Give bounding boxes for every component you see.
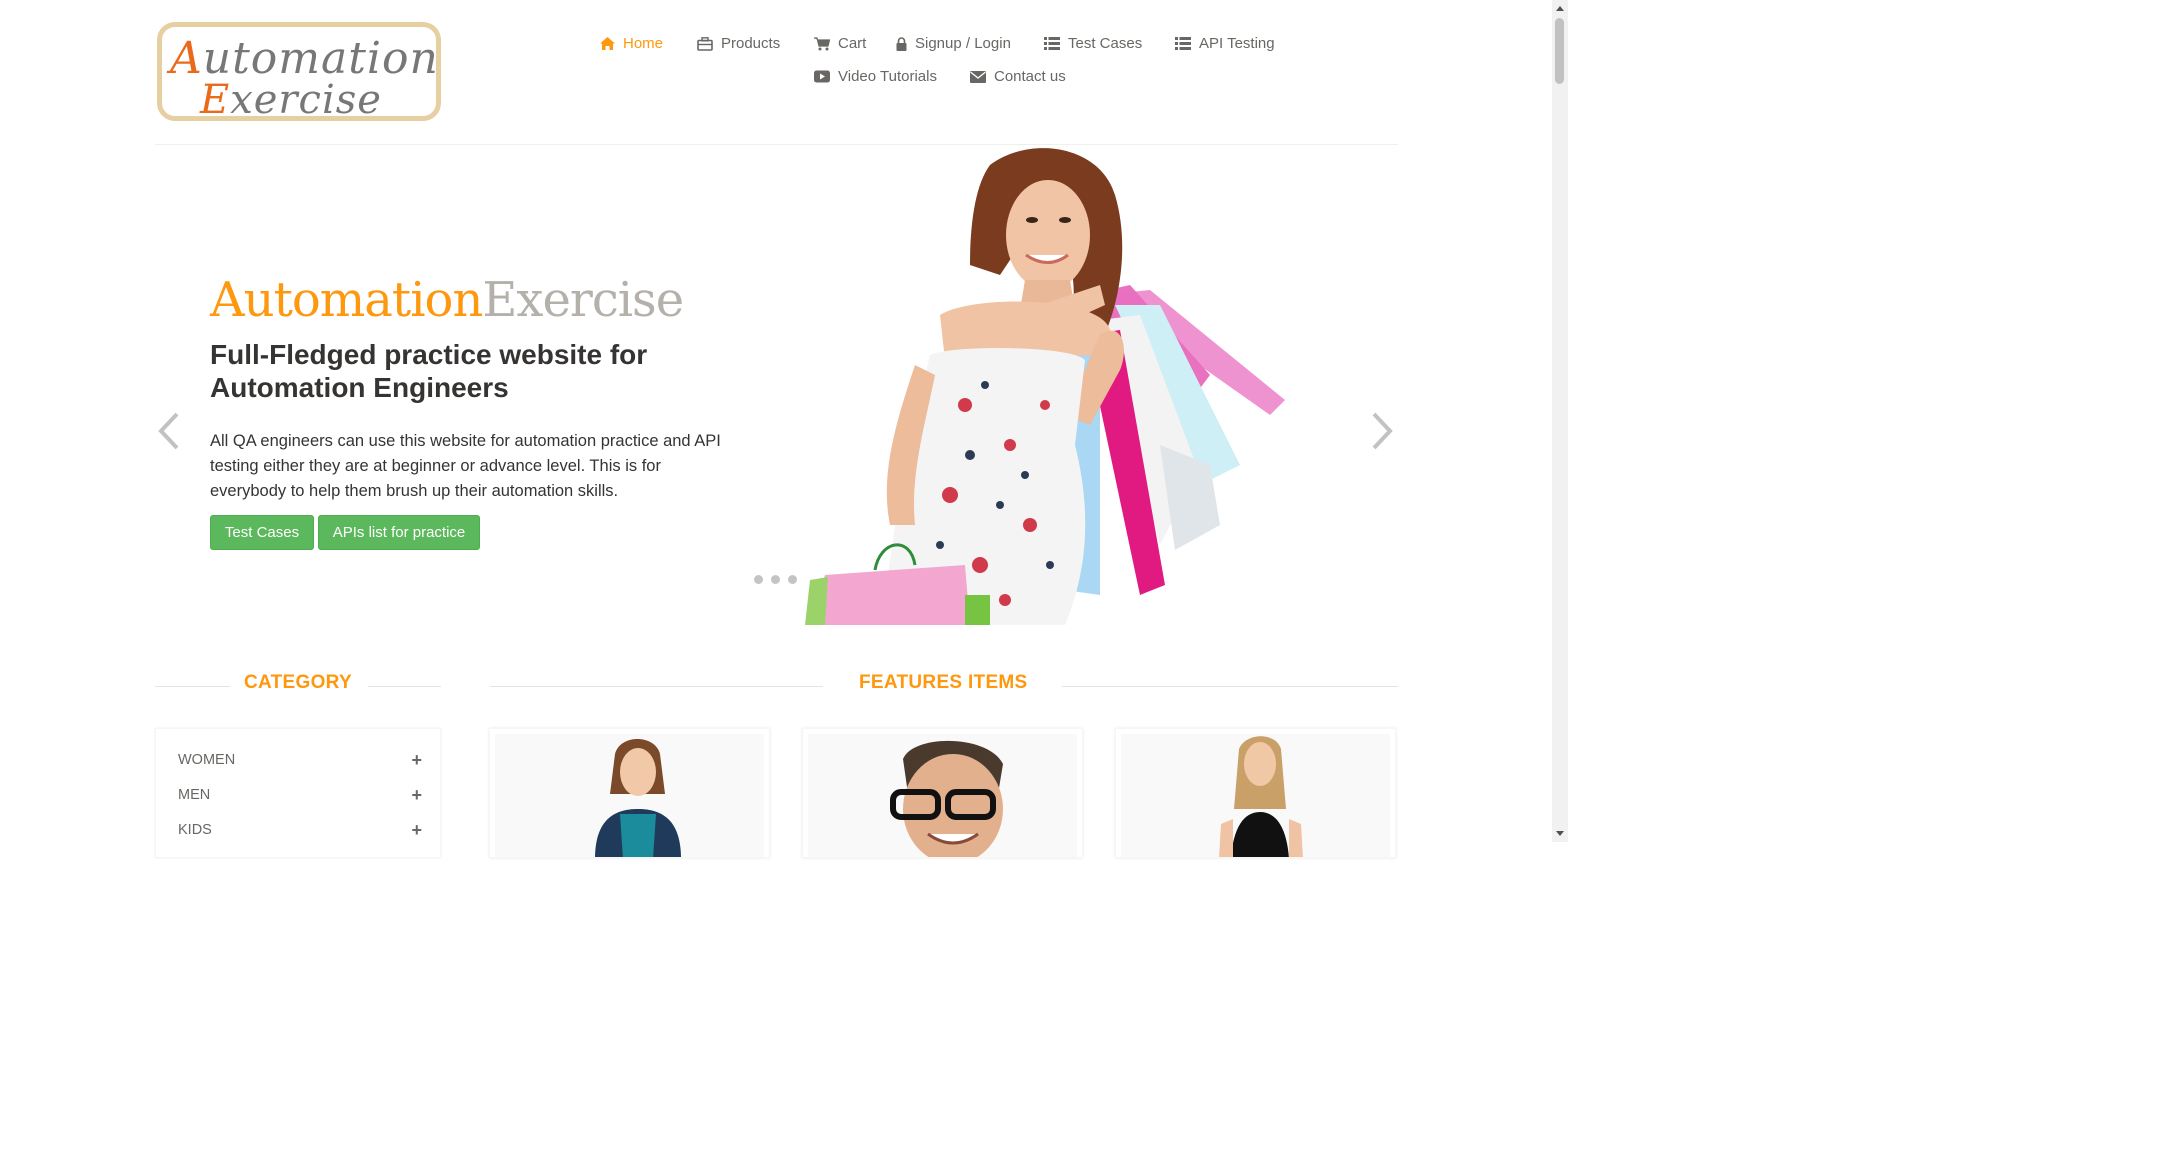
category-women-label: WOMEN	[178, 752, 236, 768]
category-rule-right	[368, 686, 441, 687]
nav-cart-label: Cart	[838, 35, 867, 52]
chevron-right-icon	[1372, 412, 1393, 450]
list-icon	[1175, 37, 1191, 50]
nav-home-label: Home	[623, 35, 664, 52]
plus-icon[interactable]: +	[411, 751, 422, 769]
plus-icon[interactable]: +	[411, 786, 422, 804]
slider-brand-title: AutomationExercise	[210, 272, 684, 328]
briefcase-icon	[697, 36, 713, 51]
youtube-play-icon	[814, 70, 830, 83]
nav-api-testing[interactable]: API Testing	[1175, 35, 1275, 52]
nav-test-cases[interactable]: Test Cases	[1044, 35, 1142, 52]
category-kids[interactable]: KIDS +	[178, 821, 422, 839]
slider-description: All QA engineers can use this website fo…	[210, 432, 721, 500]
list-icon	[1044, 37, 1060, 50]
nav-contact-us[interactable]: Contact us	[970, 68, 1066, 85]
scroll-up-arrow-icon[interactable]	[1556, 6, 1564, 11]
scroll-down-arrow-icon[interactable]	[1556, 831, 1564, 836]
category-title: CATEGORY	[244, 672, 352, 693]
cart-icon	[814, 36, 830, 50]
slider-indicator-1[interactable]	[754, 575, 763, 584]
category-men-label: MEN	[178, 787, 211, 803]
envelope-icon	[970, 70, 986, 83]
site-logo[interactable]: Automation Exercise	[157, 22, 441, 123]
chevron-left-icon	[158, 412, 179, 450]
category-panel: WOMEN + MEN + KIDS +	[155, 728, 441, 858]
brand-part-exercise: Exercise	[482, 272, 684, 328]
features-items-title: FEATURES ITEMS	[859, 672, 1028, 693]
product-image-man	[890, 740, 1003, 857]
nav-signup-login[interactable]: Signup / Login	[896, 35, 1011, 52]
product-image-woman-blonde	[1219, 736, 1303, 857]
product-card	[802, 728, 1083, 858]
home-icon	[600, 37, 615, 50]
slider-indicator-3[interactable]	[788, 575, 797, 584]
slider-prev-button[interactable]	[155, 410, 181, 457]
nav-video-tutorials[interactable]: Video Tutorials	[814, 68, 937, 85]
product-image-woman	[595, 739, 681, 857]
slider-indicator-2[interactable]	[771, 575, 780, 584]
category-kids-label: KIDS	[178, 822, 212, 838]
nav-signup-login-label: Signup / Login	[915, 35, 1011, 52]
hero-woman-shopping-image	[805, 148, 1285, 625]
features-rule-left	[490, 686, 823, 687]
category-women[interactable]: WOMEN +	[178, 751, 422, 769]
category-rule-left	[155, 686, 230, 687]
nav-cart[interactable]: Cart	[814, 35, 866, 52]
apis-list-button[interactable]: APIs list for practice	[318, 515, 480, 550]
slider-next-button[interactable]	[1370, 410, 1396, 457]
logo-line-2-rest: xercise	[230, 77, 382, 123]
nav-contact-us-label: Contact us	[994, 68, 1066, 85]
test-cases-button[interactable]: Test Cases	[210, 515, 314, 550]
nav-products-label: Products	[721, 35, 781, 52]
nav-test-cases-label: Test Cases	[1068, 35, 1143, 52]
slider-headline: Full-Fledged practice website for Automa…	[210, 339, 648, 403]
brand-part-automation: Automation	[210, 272, 483, 328]
nav-products[interactable]: Products	[697, 35, 780, 52]
nav-api-testing-label: API Testing	[1199, 35, 1275, 52]
category-men[interactable]: MEN +	[178, 786, 422, 804]
features-rule-right	[1062, 686, 1398, 687]
scrollbar-thumb[interactable]	[1555, 18, 1564, 84]
lock-icon	[896, 36, 907, 51]
nav-home[interactable]: Home	[600, 35, 663, 52]
page-scrollbar[interactable]	[1552, 0, 1568, 842]
plus-icon[interactable]: +	[411, 821, 422, 839]
nav-video-tutorials-label: Video Tutorials	[838, 68, 937, 85]
product-card	[489, 728, 770, 858]
product-card	[1115, 728, 1396, 858]
logo-line-2: Exercise	[200, 77, 382, 123]
